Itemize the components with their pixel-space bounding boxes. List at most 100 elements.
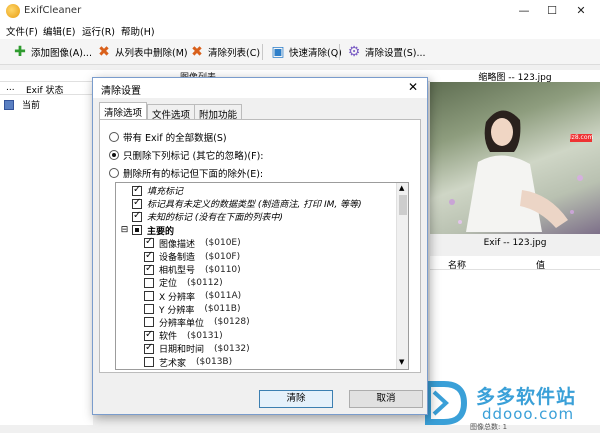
option-only-listed[interactable]: 只删除下列标记 (其它的忽略)(F):	[109, 148, 264, 162]
thumbnail-image: lz8.com	[430, 82, 600, 234]
tree-checkbox[interactable]	[132, 184, 142, 196]
tree-item[interactable]: 设备制造 ($010F)	[120, 250, 390, 263]
tree-item-code: ($0131)	[187, 330, 223, 341]
tree-item[interactable]: 相机型号 ($0110)	[120, 263, 390, 276]
menu-bar: 文件(F) 编辑(E) 运行(R) 帮助(H)	[0, 22, 600, 39]
exif-panel-title: Exif -- 123.jpg	[483, 238, 547, 248]
tree-item[interactable]: 分辨率单位 ($0128)	[120, 316, 390, 329]
clear-list-label: 清除列表(C)	[208, 48, 261, 59]
dialog-close-icon[interactable]: ✕	[405, 80, 421, 94]
add-images-label: 添加图像(A)...	[31, 48, 92, 59]
tree-checkbox[interactable]	[144, 342, 154, 354]
toolbar: ✚ 添加图像(A)... ✖ 从列表中删除(M) ✖ 清除列表(C) ▣ 快速清…	[0, 39, 600, 65]
tab-file-options[interactable]: 文件选项	[147, 104, 196, 121]
thumbnail-title: 缩略图 -- 123.jpg	[430, 70, 600, 83]
clean-settings-button[interactable]: ⚙ 清除设置(S)...	[346, 43, 426, 61]
image-list[interactable]	[0, 95, 93, 425]
radio-checked-icon	[109, 150, 119, 160]
toolbar-separator	[339, 44, 340, 60]
clean-icon: ▣	[271, 44, 285, 60]
tree-item-label: Y 分辨率	[159, 305, 195, 316]
tree-checkbox[interactable]	[144, 357, 154, 368]
quick-clean-button[interactable]: ▣ 快速清除(Q)	[270, 43, 342, 61]
tree-item-label: 分辨率单位	[159, 318, 205, 329]
clean-settings-dialog: 清除设置 ✕ 清除选项 文件选项 附加功能 带有 Exif 的全部数据(S) 只…	[92, 77, 428, 415]
tab-extra-features[interactable]: 附加功能	[194, 104, 243, 121]
add-images-button[interactable]: ✚ 添加图像(A)...	[12, 43, 92, 61]
tree-item-label: 未知的标记 (没有在下面的列表中)	[147, 213, 283, 224]
tree-item-code: ($010E)	[205, 238, 241, 249]
dialog-title-bar: 清除设置 ✕	[93, 78, 427, 98]
tree-checkbox[interactable]	[144, 317, 154, 328]
remove-from-list-label: 从列表中删除(M)	[115, 48, 188, 59]
tree-item-label: 定位	[159, 279, 178, 290]
tree-item[interactable]: Y 分辨率 ($011B)	[120, 303, 390, 316]
menu-edit[interactable]: 编辑(E)	[43, 24, 75, 38]
tree-item-code: ($013B)	[196, 357, 233, 368]
scroll-up-icon[interactable]: ▲	[399, 184, 404, 192]
clear-icon: ✖	[191, 44, 203, 60]
tree-scrollbar[interactable]: ▲ ▼	[396, 183, 408, 369]
minimize-button[interactable]: —	[509, 2, 539, 20]
collapse-icon[interactable]: ⊟	[120, 225, 129, 235]
close-button[interactable]: ✕	[566, 2, 596, 20]
tree-checkbox[interactable]	[144, 277, 154, 288]
cancel-button[interactable]: 取消	[349, 390, 423, 408]
exif-table-header: 名称 值	[430, 256, 600, 271]
tree-item-label: 填充标记	[147, 187, 184, 198]
tree-item[interactable]: 填充标记	[120, 184, 390, 197]
tree-item[interactable]: 标记具有未定义的数据类型 (制造商注, 打印 IM, 等等)	[120, 197, 390, 210]
status-bar: 图像总数: 1	[0, 423, 600, 433]
tree-item[interactable]: 艺术家 ($013B)	[120, 355, 390, 369]
tree-item-code: ($0128)	[214, 317, 250, 328]
dialog-title: 清除设置	[101, 86, 141, 97]
tree-item-code: ($0110)	[205, 264, 241, 275]
tree-checkbox[interactable]	[132, 225, 142, 236]
tree-checkbox[interactable]	[144, 250, 154, 262]
tree-item[interactable]: 图像描述 ($010E)	[120, 236, 390, 250]
tree-checkbox[interactable]	[144, 236, 154, 249]
option-all-exif[interactable]: 带有 Exif 的全部数据(S)	[109, 130, 227, 144]
option-all-except-label: 删除所有的标记但下面的除外(E):	[123, 169, 264, 180]
scroll-down-icon[interactable]: ▼	[399, 358, 404, 366]
tab-clean-options[interactable]: 清除选项	[99, 102, 148, 120]
clean-settings-label: 清除设置(S)...	[365, 48, 426, 59]
tree-item-label: X 分辨率	[159, 292, 196, 303]
option-only-listed-label: 只删除下列标记 (其它的忽略)(F):	[123, 151, 264, 162]
tree-item[interactable]: X 分辨率 ($011A)	[120, 290, 390, 303]
status-text: 图像总数: 1	[470, 423, 508, 431]
exif-status: 当前	[22, 101, 41, 111]
scroll-thumb[interactable]	[399, 195, 407, 215]
menu-file[interactable]: 文件(F)	[6, 24, 38, 38]
menu-help[interactable]: 帮助(H)	[121, 24, 155, 38]
tree-item[interactable]: ⊟ 主要的	[120, 224, 390, 237]
clear-list-button[interactable]: ✖ 清除列表(C)	[189, 43, 260, 61]
tree-checkbox[interactable]	[144, 263, 154, 275]
tree-item[interactable]: 软件 ($0131)	[120, 329, 390, 342]
tree-checkbox[interactable]	[132, 210, 142, 222]
remove-from-list-button[interactable]: ✖ 从列表中删除(M)	[96, 43, 188, 61]
tree-checkbox[interactable]	[144, 291, 154, 302]
maximize-button[interactable]: ☐	[537, 2, 567, 20]
tree-checkbox[interactable]	[132, 197, 142, 209]
tree-item-label: 主要的	[147, 226, 175, 237]
tree-checkbox[interactable]	[144, 329, 154, 341]
clean-button[interactable]: 清除	[259, 390, 333, 408]
title-bar: ExifCleaner — ☐ ✕	[0, 0, 600, 22]
tree-item[interactable]: 定位 ($0112)	[120, 276, 390, 289]
option-all-except[interactable]: 删除所有的标记但下面的除外(E):	[109, 166, 263, 180]
tree-checkbox[interactable]	[144, 304, 154, 315]
tag-tree[interactable]: 填充标记标记具有未定义的数据类型 (制造商注, 打印 IM, 等等) 未知的标记 …	[115, 182, 409, 370]
tree-item-code: ($011B)	[204, 304, 241, 315]
column-header-name[interactable]: ...	[6, 83, 15, 93]
tree-item[interactable]: 日期和时间 ($0132)	[120, 342, 390, 355]
tree-item[interactable]: 未知的标记 (没有在下面的列表中)	[120, 210, 390, 223]
tree-item-label: 日期和时间	[159, 345, 205, 356]
plus-icon: ✚	[14, 44, 26, 60]
list-item[interactable]: 当前	[4, 98, 40, 111]
app-title: ExifCleaner	[24, 5, 82, 16]
menu-run[interactable]: 运行(R)	[82, 24, 115, 38]
toolbar-separator	[262, 44, 263, 60]
quick-clean-label: 快速清除(Q)	[289, 48, 342, 59]
tree-item-code: ($011A)	[205, 291, 242, 302]
